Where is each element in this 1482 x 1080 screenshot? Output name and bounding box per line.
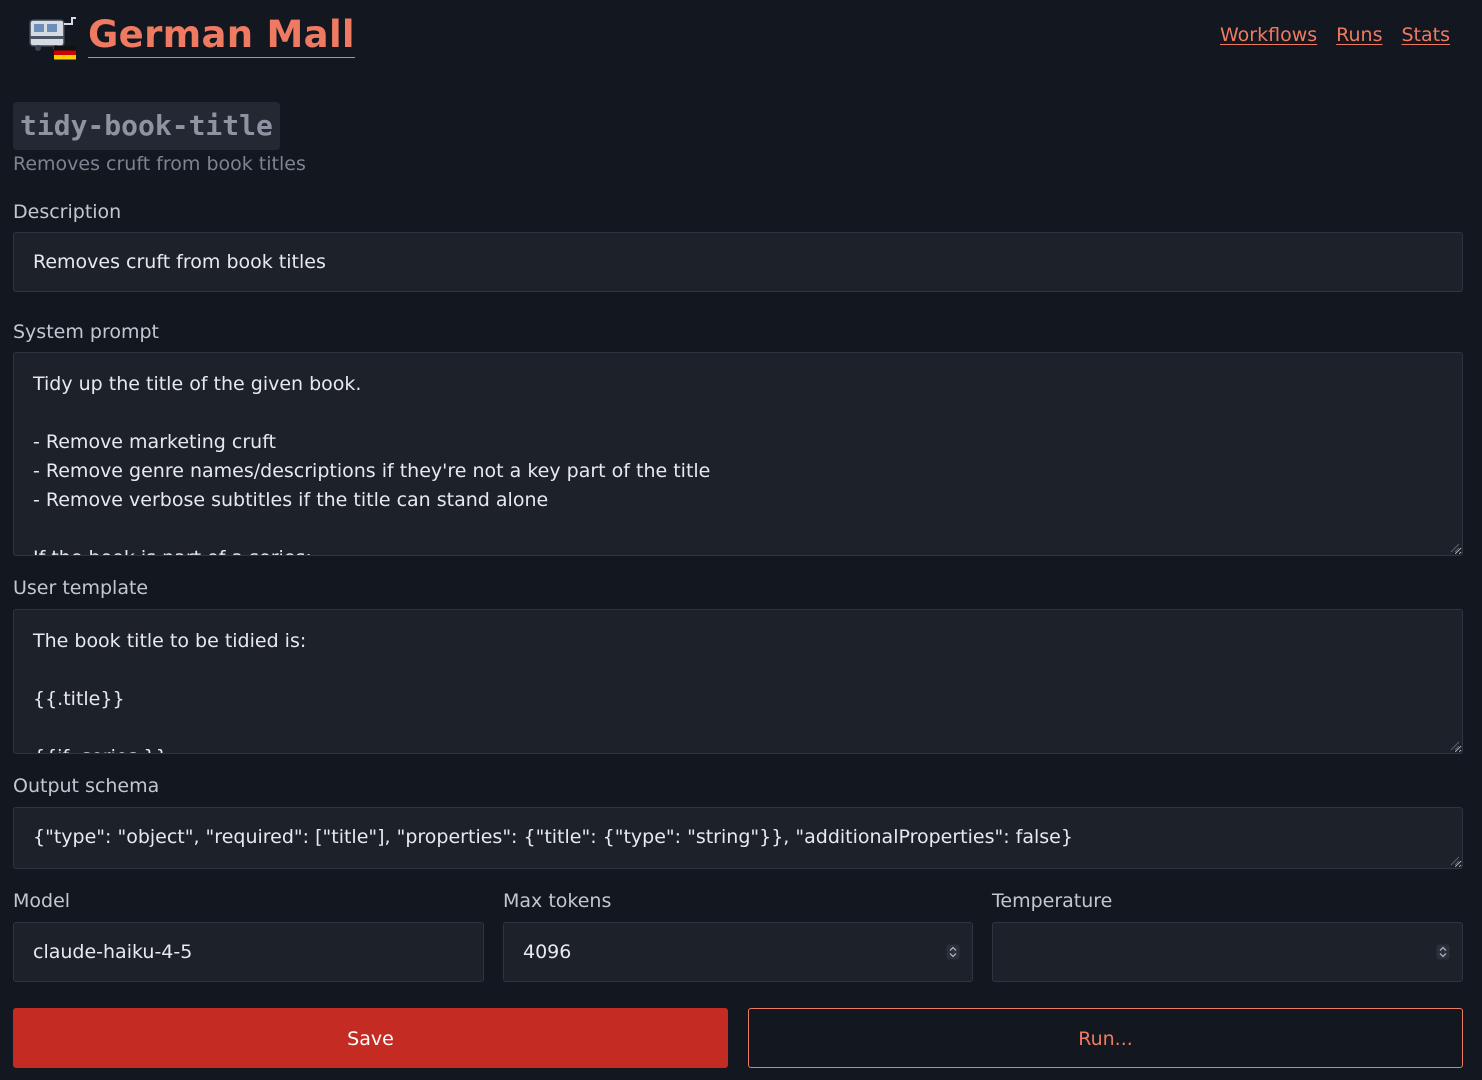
main-nav: Workflows Runs Stats bbox=[1220, 24, 1450, 46]
temperature-label: Temperature bbox=[992, 890, 1113, 912]
train-with-german-flag-icon bbox=[29, 17, 76, 60]
description-label: Description bbox=[13, 201, 122, 223]
top-bar: German Mall Workflows Runs Stats bbox=[13, 0, 1469, 90]
resize-grip-icon[interactable] bbox=[1450, 543, 1460, 553]
max-tokens-value: 4096 bbox=[523, 941, 572, 963]
model-label: Model bbox=[13, 890, 71, 912]
output-schema-textarea[interactable]: {"type": "object", "required": ["title"]… bbox=[13, 807, 1463, 869]
description-input[interactable]: Removes cruft from book titles bbox=[13, 232, 1463, 292]
user-template-textarea[interactable]: The book title to be tidied is: {{.title… bbox=[13, 609, 1463, 754]
output-schema-label: Output schema bbox=[13, 775, 160, 797]
brand-name: German Mall bbox=[88, 12, 355, 58]
run-button[interactable]: Run... bbox=[748, 1008, 1463, 1068]
save-button[interactable]: Save bbox=[13, 1008, 728, 1068]
max-tokens-input[interactable]: 4096 bbox=[503, 922, 973, 982]
model-input[interactable]: claude-haiku-4-5 bbox=[13, 922, 484, 982]
page: German Mall Workflows Runs Stats tidy-bo… bbox=[0, 0, 1482, 1080]
number-spinner-icon[interactable] bbox=[1436, 944, 1450, 960]
max-tokens-label: Max tokens bbox=[503, 890, 612, 912]
system-prompt-textarea[interactable]: Tidy up the title of the given book. - R… bbox=[13, 352, 1463, 556]
home-link[interactable]: German Mall bbox=[28, 10, 355, 60]
nav-stats-link[interactable]: Stats bbox=[1401, 24, 1450, 46]
system-prompt-label: System prompt bbox=[13, 321, 159, 343]
resize-grip-icon[interactable] bbox=[1450, 741, 1460, 751]
resize-grip-icon[interactable] bbox=[1450, 856, 1460, 866]
nav-runs-link[interactable]: Runs bbox=[1336, 24, 1382, 46]
user-template-label: User template bbox=[13, 577, 149, 599]
workflow-name: tidy-book-title bbox=[13, 102, 280, 150]
number-spinner-icon[interactable] bbox=[946, 944, 960, 960]
temperature-input[interactable] bbox=[992, 922, 1463, 982]
workflow-subtitle: Removes cruft from book titles bbox=[13, 153, 306, 175]
nav-workflows-link[interactable]: Workflows bbox=[1220, 24, 1317, 46]
